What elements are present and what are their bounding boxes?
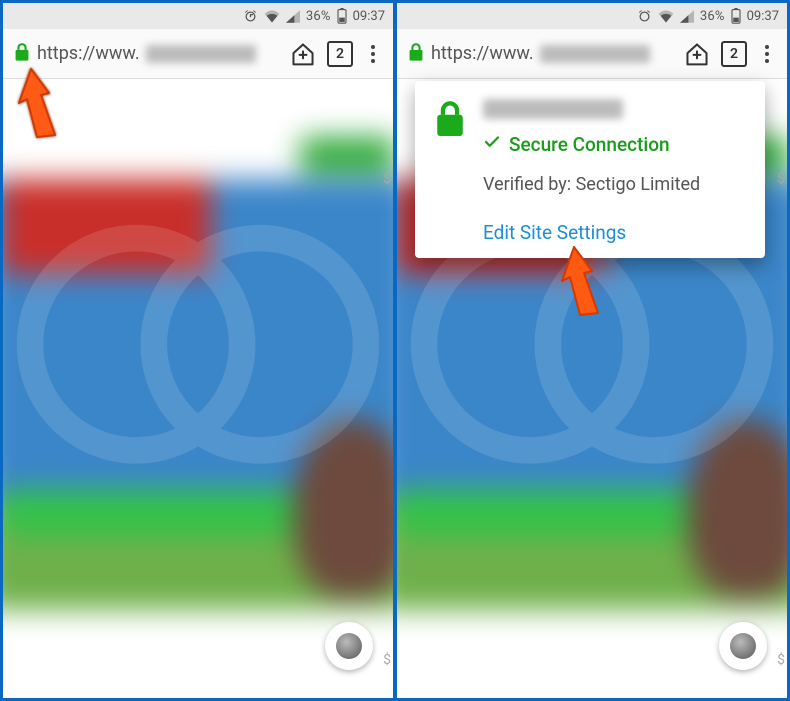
- checkmark-icon: [483, 133, 501, 156]
- status-bar: 36% 09:37: [397, 3, 787, 29]
- decor-dollar: $: [777, 652, 785, 668]
- signal-icon: [286, 10, 300, 23]
- battery-icon: [337, 8, 347, 24]
- battery-percent: 36%: [700, 9, 725, 24]
- secure-connection-line: Secure Connection: [483, 133, 747, 156]
- site-security-popup: Secure Connection Verified by: Sectigo L…: [415, 81, 765, 258]
- status-time: 09:37: [353, 9, 385, 24]
- phone-left: 36% 09:37 https://www. 2: [3, 3, 393, 698]
- battery-icon: [731, 8, 741, 24]
- overflow-menu-icon[interactable]: [757, 45, 777, 63]
- decor-dollar: $: [383, 652, 391, 668]
- wifi-icon: [658, 10, 674, 23]
- add-to-home-icon[interactable]: [289, 40, 317, 68]
- lock-icon: [433, 99, 467, 143]
- url-text: https://www.: [37, 43, 140, 64]
- phone-right: 36% 09:37 https://www. 2: [397, 3, 787, 698]
- alarm-icon: [637, 9, 652, 24]
- url-text: https://www.: [431, 43, 534, 64]
- signal-icon: [680, 10, 694, 23]
- comparison-frame: 36% 09:37 https://www. 2: [0, 0, 790, 701]
- decor-dollar: $: [777, 171, 785, 187]
- wifi-icon: [264, 10, 280, 23]
- address-bar[interactable]: https://www.: [13, 42, 279, 66]
- lock-icon[interactable]: [13, 42, 31, 66]
- decor-dollar: $: [383, 171, 391, 187]
- verified-by-label: Verified by: Sectigo Limited: [483, 174, 747, 195]
- browser-toolbar: https://www. 2: [3, 29, 393, 79]
- lock-icon[interactable]: [407, 42, 425, 66]
- edit-site-settings-link[interactable]: Edit Site Settings: [483, 221, 626, 244]
- status-time: 09:37: [747, 9, 779, 24]
- webpage-content-blurred: $ $: [3, 79, 393, 698]
- browser-toolbar: https://www. 2: [397, 29, 787, 79]
- url-redacted: [146, 45, 256, 63]
- floating-action-button[interactable]: [325, 622, 373, 670]
- tabs-button[interactable]: 2: [721, 41, 747, 67]
- url-redacted: [540, 45, 650, 63]
- status-bar: 36% 09:37: [3, 3, 393, 29]
- address-bar[interactable]: https://www.: [407, 42, 673, 66]
- overflow-menu-icon[interactable]: [363, 45, 383, 63]
- add-to-home-icon[interactable]: [683, 40, 711, 68]
- alarm-icon: [243, 9, 258, 24]
- secure-connection-label: Secure Connection: [509, 133, 670, 156]
- battery-percent: 36%: [306, 9, 331, 24]
- floating-action-button[interactable]: [719, 622, 767, 670]
- site-name-redacted: [483, 99, 623, 119]
- tabs-button[interactable]: 2: [327, 41, 353, 67]
